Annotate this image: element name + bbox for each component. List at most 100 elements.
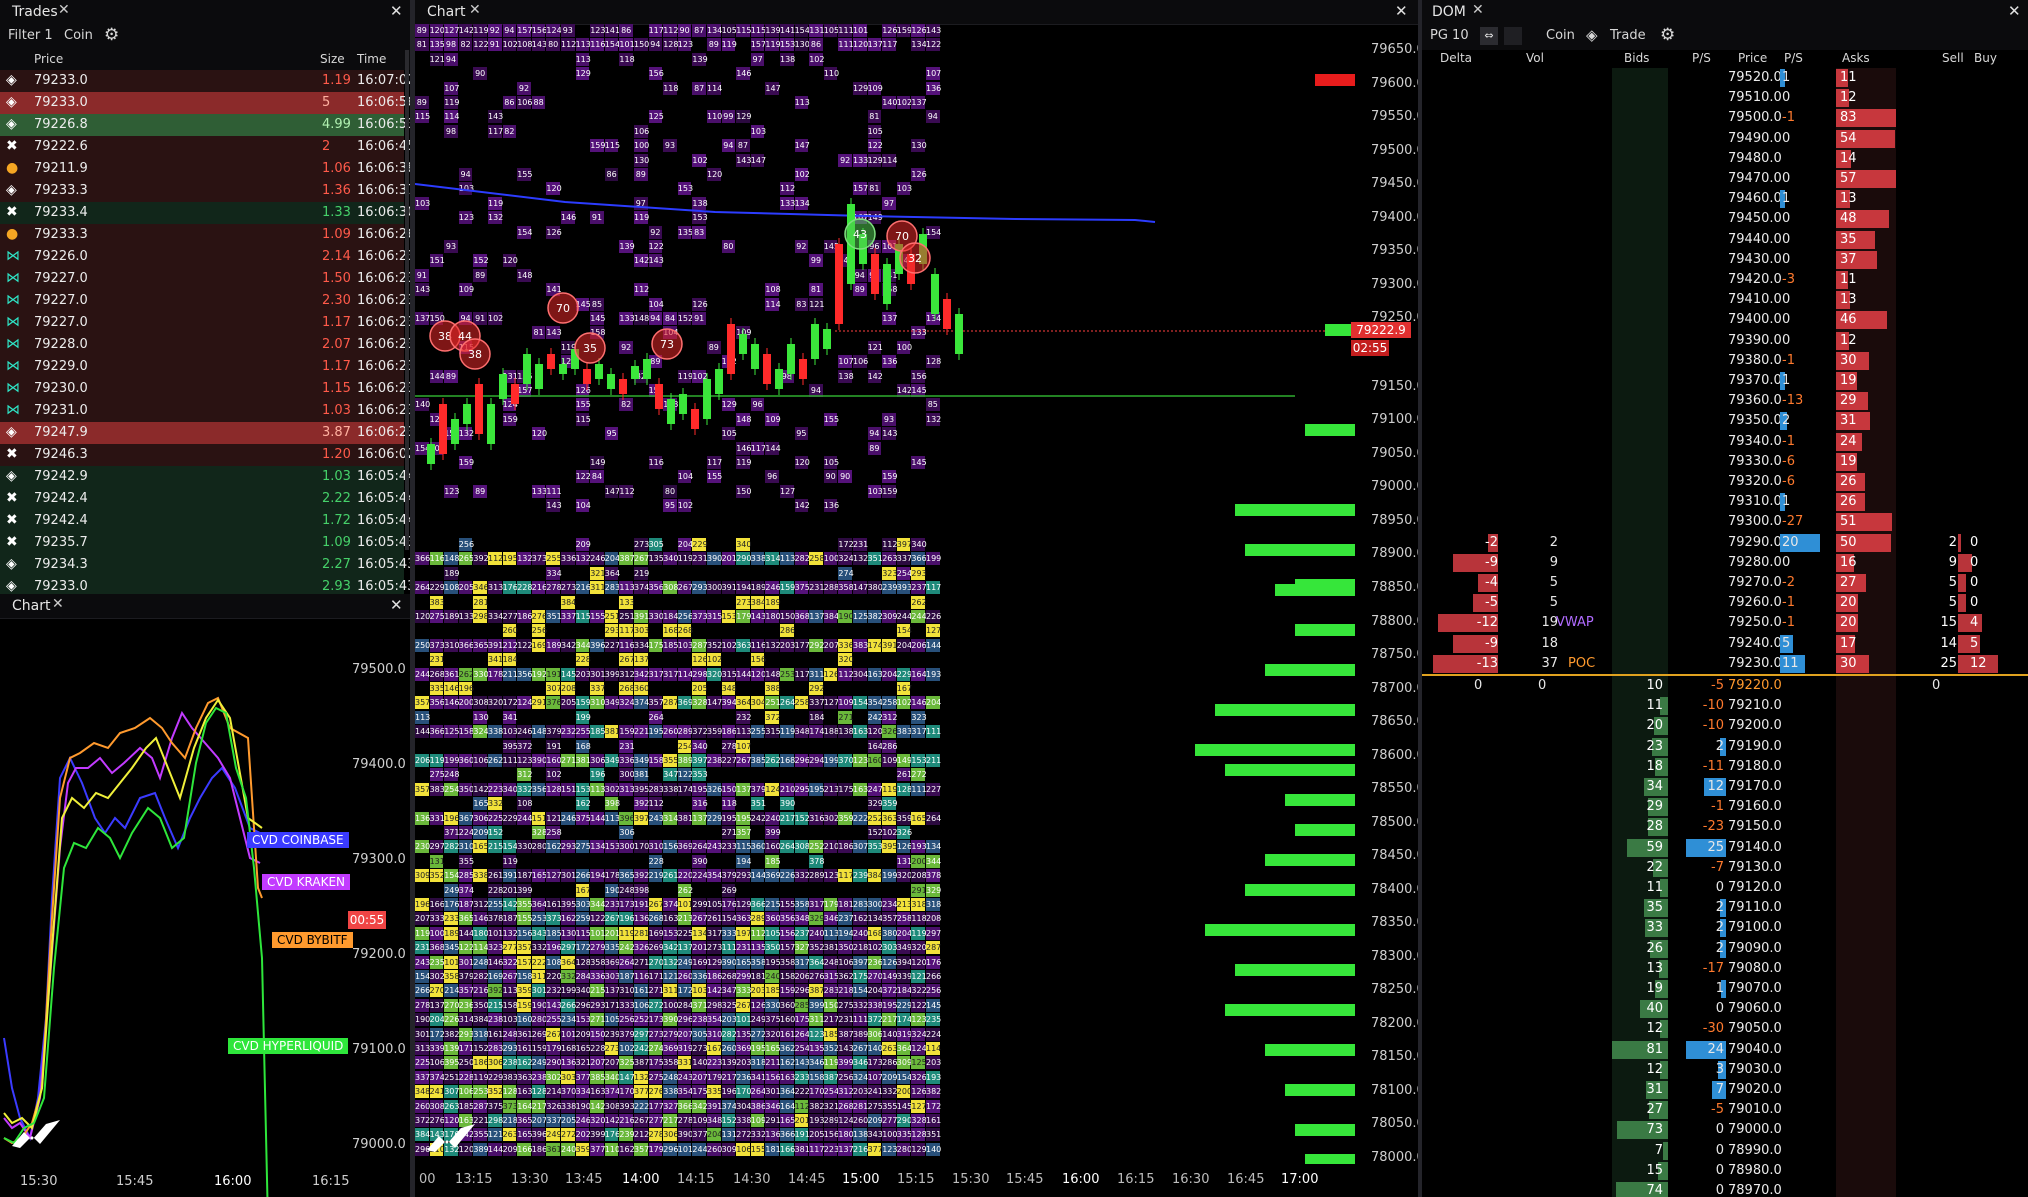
dom-ask-row[interactable]: -9 9 9 0 79280.0 0 16 [1422, 553, 2028, 573]
table-row[interactable]: ⋈ 79230.0 1.15 16:06:23 [0, 378, 410, 400]
table-row[interactable]: ◈ 79234.3 2.27 16:05:43 [0, 554, 410, 576]
dom-bid-row[interactable]: 26 2 79090.0 [1422, 939, 2028, 959]
gear-icon[interactable]: ⚙ [104, 25, 119, 45]
dom-ask-row[interactable]: 79430.0 0 37 [1422, 250, 2028, 270]
table-row[interactable]: ◈ 79247.9 3.87 16:06:23 [0, 422, 410, 444]
dom-ask-row[interactable]: 79310.0 1 26 [1422, 492, 2028, 512]
dom-bid-row[interactable]: 12 3 79030.0 [1422, 1060, 2028, 1080]
dom-bid-row[interactable]: 81 24 79040.0 [1422, 1040, 2028, 1060]
dom-ask-row[interactable]: 79520.0 1 11 [1422, 68, 2028, 88]
collapse-icon[interactable]: ⇔ [1480, 27, 1498, 45]
table-row[interactable]: ⋈ 79229.0 1.17 16:06:23 [0, 356, 410, 378]
close-icon[interactable]: ✕ [58, 2, 70, 18]
dom-ask-row[interactable]: 79300.0 -27 51 [1422, 512, 2028, 532]
table-row[interactable]: ⋈ 79227.0 1.50 16:06:23 [0, 268, 410, 290]
tab-chart[interactable]: Chart [427, 4, 465, 20]
dom-bid-row[interactable]: 7 0 78990.0 [1422, 1141, 2028, 1161]
dom-bid-row[interactable]: 74 0 78970.0 [1422, 1181, 2028, 1197]
tab-dom[interactable]: DOM [1432, 4, 1466, 20]
close-icon[interactable]: ✕ [2008, 2, 2021, 20]
dom-ask-row[interactable]: 79510.0 0 12 [1422, 88, 2028, 108]
table-row[interactable]: ● 79211.9 1.06 16:06:38 [0, 158, 410, 180]
dom-bid-row[interactable]: 11 0 79120.0 [1422, 878, 2028, 898]
table-row[interactable]: ✖ 79242.4 2.22 16:05:44 [0, 488, 410, 510]
dom-ask-row[interactable]: 79410.0 0 13 [1422, 290, 2028, 310]
table-row[interactable]: ◈ 79233.0 1.19 16:07:02 [0, 70, 410, 92]
dom-ask-row[interactable]: 79460.0 1 13 [1422, 189, 2028, 209]
volume-bubble[interactable]: 38 [459, 338, 491, 370]
dom-ask-row[interactable]: 79450.0 0 48 [1422, 209, 2028, 229]
dom-bid-row[interactable]: 73 0 79000.0 [1422, 1120, 2028, 1140]
table-row[interactable]: ◈ 79233.0 5 16:06:56 [0, 92, 410, 114]
table-row[interactable]: ⋈ 79227.0 1.17 16:06:23 [0, 312, 410, 334]
scrollbar[interactable] [405, 50, 409, 550]
dom-bid-row[interactable]: 22 -7 79130.0 [1422, 858, 2028, 878]
close-icon[interactable]: ✕ [1472, 2, 1484, 18]
dom-bid-row[interactable]: 20 -10 79200.0 [1422, 716, 2028, 736]
dom-bid-row[interactable]: 33 2 79100.0 [1422, 918, 2028, 938]
filter-button[interactable]: Filter 1 [8, 28, 53, 43]
pg-button[interactable]: PG 10 [1430, 28, 1469, 43]
dom-bid-row[interactable]: 19 1 79070.0 [1422, 979, 2028, 999]
dom-bid-row[interactable]: 15 0 78980.0 [1422, 1161, 2028, 1181]
dom-ask-row[interactable]: 79500.0 -1 83 [1422, 108, 2028, 128]
dom-bid-row[interactable]: 31 7 79020.0 [1422, 1080, 2028, 1100]
dom-ask-row[interactable]: 79320.0 -6 26 [1422, 472, 2028, 492]
dom-ask-row[interactable]: 79490.0 0 54 [1422, 129, 2028, 149]
table-row[interactable]: ◈ 79233.0 2.93 16:05:43 [0, 576, 410, 594]
dom-mid-row[interactable]: 0 0 10 -5 79220.0 0 [1422, 676, 2028, 696]
coin-button[interactable]: Coin [1546, 28, 1575, 43]
dom-bid-row[interactable]: 12 -30 79050.0 [1422, 1019, 2028, 1039]
dom-ask-row[interactable]: -13 37 25 12 POC 79230.0 11 30 [1422, 654, 2028, 674]
dom-ask-row[interactable]: -9 18 14 5 79240.0 5 17 [1422, 634, 2028, 654]
panel-divider[interactable] [410, 0, 415, 1197]
toggle-box[interactable] [1504, 27, 1522, 45]
close-icon[interactable]: ✕ [469, 2, 481, 18]
volume-bubble[interactable]: 35 [574, 332, 606, 364]
dom-ask-row[interactable]: 79380.0 -1 30 [1422, 351, 2028, 371]
dom-ask-row[interactable]: -4 5 5 0 79270.0 -2 27 [1422, 573, 2028, 593]
volume-bubble[interactable]: 70 [547, 292, 579, 324]
table-row[interactable]: ✖ 79246.3 1.20 16:06:02 [0, 444, 410, 466]
tab-trades[interactable]: Trades [12, 4, 58, 20]
diamond-icon[interactable]: ◈ [1586, 26, 1598, 44]
dom-bid-row[interactable]: 18 -11 79180.0 [1422, 757, 2028, 777]
table-row[interactable]: ⋈ 79227.0 2.30 16:06:23 [0, 290, 410, 312]
dom-bid-row[interactable]: 29 -1 79160.0 [1422, 797, 2028, 817]
dom-ask-row[interactable]: 79480.0 14 [1422, 149, 2028, 169]
dom-bid-row[interactable]: 13 -17 79080.0 [1422, 959, 2028, 979]
dom-ask-row[interactable]: 79420.0 -3 11 [1422, 270, 2028, 290]
table-row[interactable]: ✖ 79235.7 1.09 16:05:43 [0, 532, 410, 554]
dom-ask-row[interactable]: 79470.0 0 57 [1422, 169, 2028, 189]
dom-ask-row[interactable]: -12 19 15 4 VWAP 79250.0 -1 20 [1422, 613, 2028, 633]
dom-ask-row[interactable]: 79340.0 -1 24 [1422, 432, 2028, 452]
table-row[interactable]: ◈ 79242.9 1.03 16:05:44 [0, 466, 410, 488]
dom-ask-row[interactable]: -5 5 5 0 79260.0 -1 20 [1422, 593, 2028, 613]
table-row[interactable]: ◈ 79233.3 1.36 16:06:37 [0, 180, 410, 202]
table-row[interactable]: ● 79233.3 1.09 16:06:26 [0, 224, 410, 246]
panel-divider[interactable] [1418, 0, 1422, 1197]
price-chart-canvas[interactable]: 38 4438707343 703235 [415, 24, 1355, 1164]
dom-ask-row[interactable]: 79360.0 -13 29 [1422, 391, 2028, 411]
close-icon[interactable]: ✕ [390, 2, 403, 20]
dom-ask-row[interactable]: 79400.0 0 46 [1422, 310, 2028, 330]
table-row[interactable]: ⋈ 79226.0 2.14 16:06:23 [0, 246, 410, 268]
coin-button[interactable]: Coin [64, 28, 93, 43]
dom-bid-row[interactable]: 59 25 79140.0 [1422, 838, 2028, 858]
volume-bubble[interactable]: 73 [651, 328, 683, 360]
dom-ask-row[interactable]: 79440.0 0 35 [1422, 230, 2028, 250]
dom-ask-row[interactable]: 79330.0 -6 19 [1422, 452, 2028, 472]
table-row[interactable]: ⋈ 79231.0 1.03 16:06:23 [0, 400, 410, 422]
table-row[interactable]: ⋈ 79228.0 2.07 16:06:23 [0, 334, 410, 356]
dom-bid-row[interactable]: 28 -23 79150.0 [1422, 817, 2028, 837]
dom-bid-row[interactable]: 27 -5 79010.0 [1422, 1100, 2028, 1120]
dom-ask-row[interactable]: 79390.0 0 12 [1422, 331, 2028, 351]
gear-icon[interactable]: ⚙ [1660, 25, 1675, 45]
volume-bubble[interactable]: 32 [899, 242, 931, 274]
table-row[interactable]: ✖ 79222.6 2 16:06:45 [0, 136, 410, 158]
trade-button[interactable]: Trade [1610, 28, 1646, 43]
dom-ask-row[interactable]: 79350.0 2 31 [1422, 411, 2028, 431]
dom-bid-row[interactable]: 11 -10 79210.0 [1422, 696, 2028, 716]
table-row[interactable]: ◈ 79226.8 4.99 16:06:53 [0, 114, 410, 136]
dom-bid-row[interactable]: 40 0 79060.0 [1422, 999, 2028, 1019]
